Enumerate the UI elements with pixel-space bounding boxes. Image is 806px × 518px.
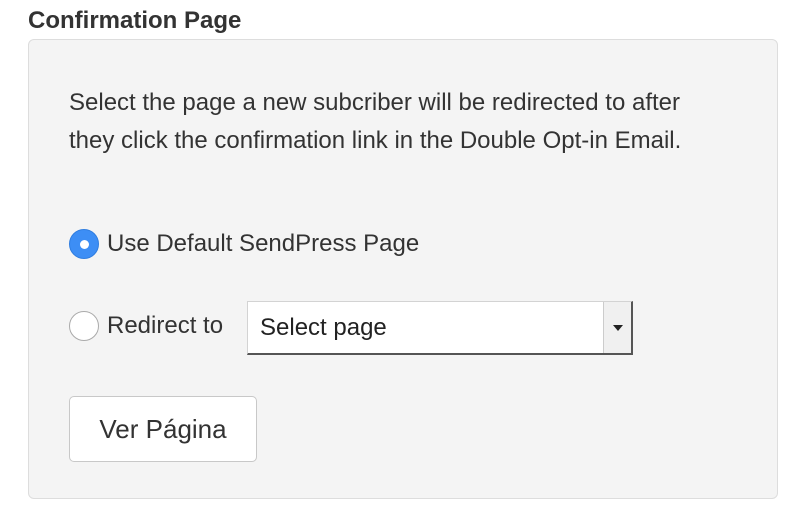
option-redirect[interactable]: Redirect to [69, 311, 223, 341]
page-select[interactable]: Select page [247, 301, 633, 355]
option-default-page[interactable]: Use Default SendPress Page [69, 229, 419, 259]
page-select-value: Select page [260, 313, 387, 341]
section-title: Confirmation Page [28, 7, 242, 34]
caret-down-icon [612, 324, 623, 331]
redirect-radio[interactable] [69, 311, 99, 341]
view-page-button[interactable]: Ver Página [69, 396, 257, 462]
select-arrow-button[interactable] [603, 302, 631, 353]
default-page-label: Use Default SendPress Page [107, 230, 420, 257]
redirect-label: Redirect to [107, 312, 224, 339]
description-text: Select the page a new subcriber will be … [69, 89, 682, 154]
default-page-radio[interactable] [69, 229, 99, 259]
confirmation-page-panel: Select the page a new subcriber will be … [28, 39, 778, 499]
